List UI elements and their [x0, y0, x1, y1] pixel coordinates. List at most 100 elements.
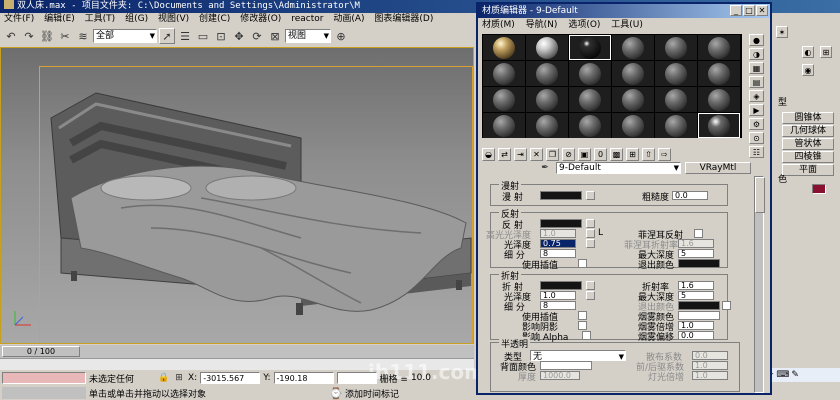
abs-mode-icon[interactable]: ⊞ — [173, 372, 185, 384]
motion-tab-icon[interactable]: ◉ — [802, 64, 814, 76]
lock-selection-icon[interactable]: 🔒 — [158, 372, 170, 384]
hilight-gloss-map-button[interactable] — [586, 229, 595, 238]
get-material-icon[interactable]: ◒ — [482, 147, 495, 161]
menu-material[interactable]: 材质(M) — [482, 20, 515, 30]
add-time-tag[interactable]: 添加时间标记 — [345, 387, 399, 400]
params-scrollbar-thumb[interactable] — [755, 177, 765, 213]
sample-slot[interactable] — [612, 87, 654, 112]
refr-exit-color-swatch[interactable] — [678, 301, 720, 310]
select-object-icon[interactable]: ➚ — [159, 28, 175, 44]
sample-type-icon[interactable]: ● — [749, 34, 764, 46]
link-icon[interactable]: ⛓ — [39, 28, 55, 44]
create-tab-icon[interactable]: ✶ — [776, 26, 788, 38]
refl-gloss-map-button[interactable] — [586, 239, 595, 248]
close-icon[interactable]: ✕ — [756, 5, 768, 16]
ior-spinner[interactable]: 1.6 — [678, 281, 714, 290]
sample-slot[interactable] — [569, 87, 611, 112]
menu-navigation[interactable]: 导航(N) — [526, 20, 558, 30]
selection-filter-dropdown[interactable]: 全部 — [93, 29, 157, 43]
refr-use-interp-checkbox[interactable] — [578, 311, 587, 320]
assign-to-selection-icon[interactable]: ⇥ — [514, 147, 527, 161]
x-coord-field[interactable]: -3015.567 — [200, 372, 261, 384]
sample-slot[interactable] — [483, 35, 525, 60]
undo-icon[interactable]: ↶ — [3, 28, 19, 44]
menu-options[interactable]: 选项(O) — [568, 20, 600, 30]
put-to-scene-icon[interactable]: ⇄ — [498, 147, 511, 161]
sample-slot[interactable] — [655, 113, 697, 138]
select-by-name-icon[interactable]: ☰ — [177, 28, 193, 44]
affect-shadows-checkbox[interactable] — [578, 321, 587, 330]
refr-exit-color-checkbox[interactable] — [722, 301, 731, 310]
go-to-parent-icon[interactable]: ⇧ — [642, 147, 655, 161]
sample-slot[interactable] — [483, 61, 525, 86]
refr-gloss-spinner[interactable]: 1.0 — [540, 291, 576, 300]
time-slider[interactable]: 0 / 100 — [2, 346, 80, 357]
affect-alpha-checkbox[interactable] — [582, 331, 591, 340]
geosphere-button[interactable]: 几何球体 — [782, 125, 834, 137]
perspective-viewport[interactable] — [0, 47, 474, 344]
diffuse-color-swatch[interactable] — [540, 191, 582, 200]
background-icon[interactable]: ▦ — [749, 62, 764, 74]
sample-slot[interactable] — [655, 35, 697, 60]
move-icon[interactable]: ✥ — [231, 28, 247, 44]
sample-slot[interactable] — [569, 61, 611, 86]
select-by-material-icon[interactable]: ⊙ — [749, 132, 764, 144]
fog-bias-spinner[interactable]: 0.0 — [678, 331, 714, 340]
menu-views[interactable]: 视图(V) — [158, 14, 189, 24]
z-coord-field[interactable] — [336, 372, 377, 384]
time-tag-icon[interactable]: ⌚ — [329, 387, 343, 400]
maxscript-listener[interactable] — [2, 372, 86, 384]
pivot-icon[interactable]: ⊕ — [333, 28, 349, 44]
show-map-in-viewport-icon[interactable]: ▩ — [610, 147, 623, 161]
object-color-swatch[interactable] — [812, 184, 826, 194]
make-copy-icon[interactable]: ❐ — [546, 147, 559, 161]
bed-model[interactable] — [1, 48, 474, 344]
hierarchy-tab-icon[interactable]: ⊞ — [820, 46, 832, 58]
make-unique-icon[interactable]: ⊘ — [562, 147, 575, 161]
diffuse-map-button[interactable] — [586, 191, 595, 200]
light-mult-spinner[interactable]: 1.0 — [692, 371, 728, 380]
put-to-library-icon[interactable]: ▣ — [578, 147, 591, 161]
pick-material-icon[interactable]: ✒ — [538, 162, 552, 174]
sample-slot[interactable] — [483, 87, 525, 112]
sample-slot[interactable] — [526, 61, 568, 86]
roughness-spinner[interactable]: 0.0 — [672, 191, 708, 200]
sample-slot[interactable] — [698, 61, 740, 86]
sample-slot[interactable] — [612, 61, 654, 86]
show-end-result-icon[interactable]: ⊞ — [626, 147, 639, 161]
refl-exit-color-swatch[interactable] — [678, 259, 720, 268]
fog-color-swatch[interactable] — [678, 311, 720, 320]
refl-gloss-spinner[interactable]: 0.75 — [540, 239, 576, 248]
menu-graph-editors[interactable]: 图表编辑器(D) — [374, 14, 433, 24]
reflect-map-button[interactable] — [586, 219, 595, 228]
l-lock-button[interactable]: L — [598, 228, 603, 238]
keyboard-icon[interactable]: ⌨ — [776, 370, 789, 380]
scale-icon[interactable]: ⊠ — [267, 28, 283, 44]
refl-use-interp-checkbox[interactable] — [578, 259, 587, 268]
menu-animation[interactable]: 动画(A) — [333, 14, 364, 24]
options-icon[interactable]: ⚙ — [749, 118, 764, 130]
pyramid-button[interactable]: 四棱锥 — [782, 151, 834, 163]
refl-subdivs-spinner[interactable]: 8 — [540, 249, 576, 258]
time-slider-track[interactable]: 0 / 100 — [0, 345, 474, 358]
menu-file[interactable]: 文件(F) — [4, 14, 34, 24]
cone-button[interactable]: 圆锥体 — [782, 112, 834, 124]
refract-map-button[interactable] — [586, 281, 595, 290]
modify-tab-icon[interactable]: ◐ — [802, 46, 814, 58]
sample-slot[interactable] — [526, 113, 568, 138]
thickness-spinner[interactable]: 1000.0 — [540, 371, 580, 380]
y-coord-field[interactable]: -190.18 — [273, 372, 334, 384]
rect-selection-icon[interactable]: ▭ — [195, 28, 211, 44]
sample-slot[interactable] — [655, 61, 697, 86]
sample-slot[interactable] — [655, 87, 697, 112]
plane-button[interactable]: 平面 — [782, 164, 834, 176]
scatter-coeff-spinner[interactable]: 0.0 — [692, 351, 728, 360]
hilight-gloss-spinner[interactable]: 1.0 — [540, 229, 576, 238]
minimize-icon[interactable]: _ — [730, 5, 742, 16]
reset-map-icon[interactable]: ✕ — [530, 147, 543, 161]
tube-button[interactable]: 管状体 — [782, 138, 834, 150]
refl-max-depth-spinner[interactable]: 5 — [678, 249, 714, 258]
bind-spacewarp-icon[interactable]: ≋ — [75, 28, 91, 44]
menu-utilities[interactable]: 工具(U) — [611, 20, 643, 30]
sample-slot[interactable] — [526, 35, 568, 60]
